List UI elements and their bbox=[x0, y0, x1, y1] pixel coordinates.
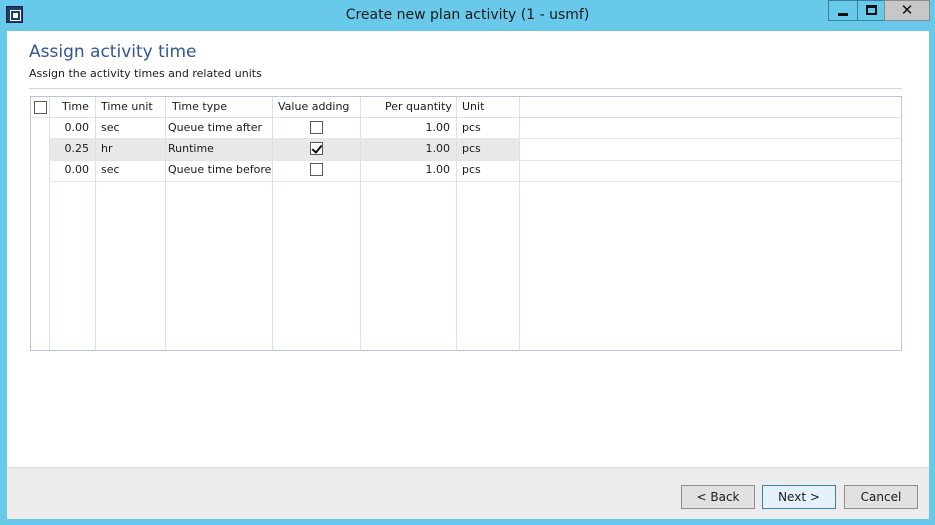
page-title: Assign activity time bbox=[29, 42, 197, 62]
minimize-icon bbox=[838, 13, 848, 16]
divider bbox=[29, 88, 902, 89]
maximize-button[interactable] bbox=[857, 0, 884, 21]
select-all-checkbox[interactable] bbox=[34, 101, 47, 114]
window-title: Create new plan activity (1 - usmf) bbox=[345, 7, 590, 23]
cell-time-type[interactable]: Runtime bbox=[168, 139, 214, 159]
cell-per-quantity[interactable]: 1.00 bbox=[361, 139, 451, 159]
cancel-button[interactable]: Cancel bbox=[844, 485, 918, 509]
grid-column-divider bbox=[95, 97, 96, 350]
dialog-content: Assign activity time Assign the activity… bbox=[7, 31, 929, 519]
value-adding-checkbox[interactable] bbox=[310, 163, 323, 176]
close-button[interactable]: ✕ bbox=[884, 0, 930, 21]
column-header-time-unit[interactable]: Time unit bbox=[101, 97, 153, 117]
cell-time-unit[interactable]: sec bbox=[101, 118, 120, 138]
cell-time-unit[interactable]: sec bbox=[101, 160, 120, 180]
button-bar: < Back Next > Cancel bbox=[7, 467, 929, 519]
cell-time-type[interactable]: Queue time after bbox=[168, 118, 262, 138]
next-button[interactable]: Next > bbox=[762, 485, 836, 509]
cell-time-unit[interactable]: hr bbox=[101, 139, 113, 159]
maximize-icon bbox=[866, 5, 877, 15]
cell-time[interactable]: 0.25 bbox=[49, 139, 90, 159]
dialog-window: Create new plan activity (1 - usmf) ✕ As… bbox=[0, 0, 935, 525]
cell-time[interactable]: 0.00 bbox=[49, 118, 90, 138]
row-divider bbox=[49, 181, 901, 182]
cell-per-quantity[interactable]: 1.00 bbox=[361, 160, 451, 180]
close-icon: ✕ bbox=[900, 1, 914, 19]
cell-unit[interactable]: pcs bbox=[462, 118, 481, 138]
value-adding-checkbox[interactable] bbox=[310, 142, 323, 155]
value-adding-checkbox[interactable] bbox=[310, 121, 323, 134]
cell-unit[interactable]: pcs bbox=[462, 160, 481, 180]
page-subtitle: Assign the activity times and related un… bbox=[29, 67, 262, 80]
grid-column-divider bbox=[165, 97, 166, 350]
cell-time[interactable]: 0.00 bbox=[49, 160, 90, 180]
column-header-time[interactable]: Time bbox=[62, 97, 89, 117]
activity-time-grid: Time Time unit Time type Value adding Pe… bbox=[30, 96, 902, 351]
minimize-button[interactable] bbox=[828, 0, 857, 21]
title-bar[interactable]: Create new plan activity (1 - usmf) ✕ bbox=[0, 0, 935, 31]
cell-unit[interactable]: pcs bbox=[462, 139, 481, 159]
grid-column-divider bbox=[456, 97, 457, 350]
column-header-unit[interactable]: Unit bbox=[462, 97, 484, 117]
cell-per-quantity[interactable]: 1.00 bbox=[361, 118, 451, 138]
back-button[interactable]: < Back bbox=[681, 485, 755, 509]
cell-time-type[interactable]: Queue time before bbox=[168, 160, 271, 180]
column-header-value-adding[interactable]: Value adding bbox=[278, 97, 349, 117]
grid-column-divider bbox=[272, 97, 273, 350]
grid-column-divider bbox=[519, 97, 520, 350]
column-header-per-quantity[interactable]: Per quantity bbox=[385, 97, 452, 117]
column-header-time-type[interactable]: Time type bbox=[172, 97, 227, 117]
